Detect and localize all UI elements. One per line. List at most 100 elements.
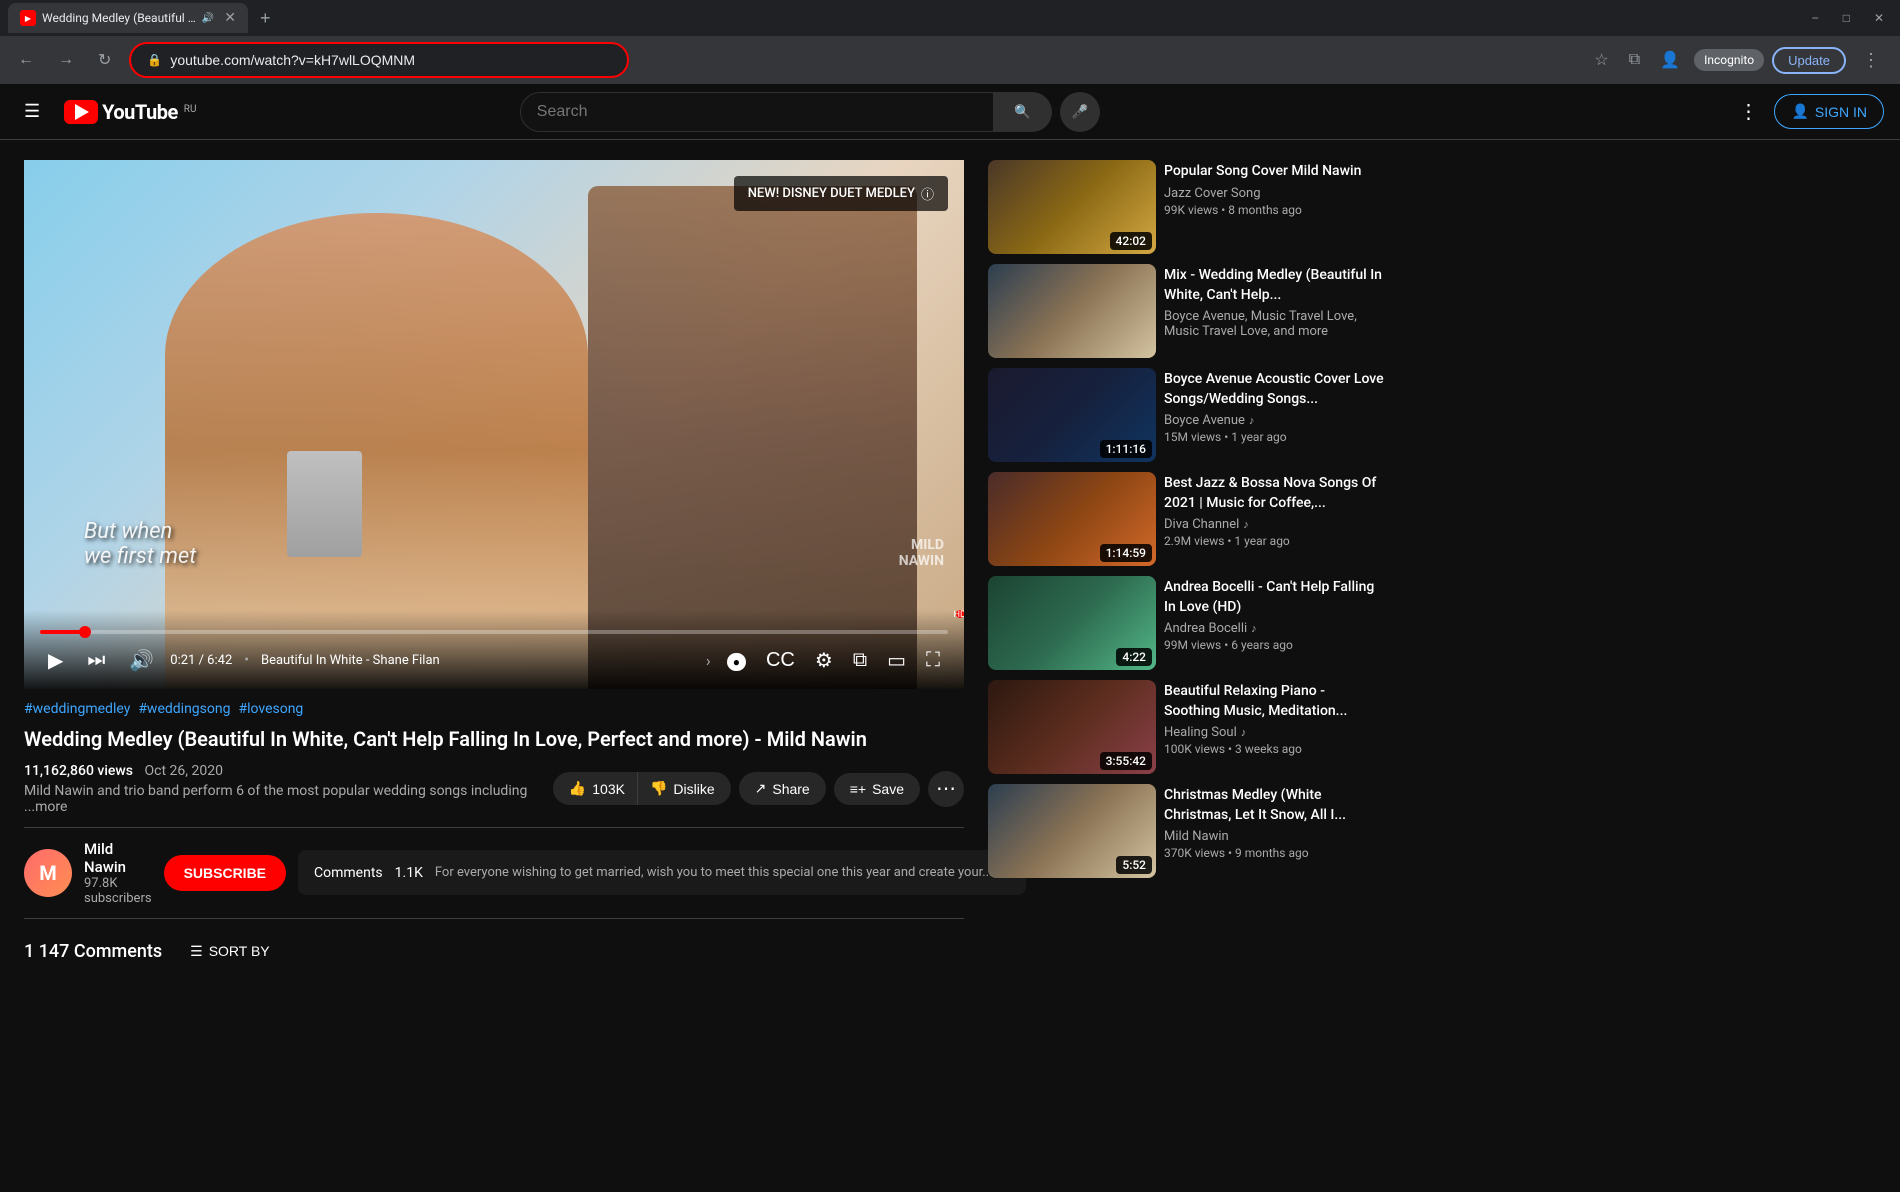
comments-preview[interactable]: Comments 1.1K For everyone wishing to ge… (298, 850, 1026, 895)
action-buttons: 👍 103K 👎 Dislike ↗ Share ≡+ (553, 771, 964, 807)
next-button[interactable]: ⏭ (79, 645, 113, 676)
dislike-label: Dislike (673, 781, 714, 797)
sidebar-meta: 370K views • 9 months ago (1164, 846, 1384, 860)
search-input-wrapper (520, 92, 994, 132)
next-arrow-icon[interactable]: › (706, 651, 711, 670)
tab-close-button[interactable]: ✕ (224, 10, 236, 26)
tag-lovesong[interactable]: #lovesong (238, 701, 303, 717)
comments-count: 1.1K (395, 865, 423, 881)
mic-icon: 🎤 (1071, 104, 1088, 120)
video-desc-snippet: Mild Nawin and trio band perform 6 of th… (24, 783, 541, 815)
sort-button[interactable]: ☰ SORT BY (178, 935, 282, 968)
sidebar: 42:02 Popular Song Cover Mild Nawin Jazz… (964, 160, 1384, 980)
channel-row: M Mild Nawin 97.8K subscribers SUBSCRIBE… (24, 827, 964, 919)
mic-button[interactable]: 🎤 (1060, 92, 1100, 132)
save-button[interactable]: ≡+ Save (834, 773, 920, 805)
sidebar-item-4[interactable]: 1:14:59 Best Jazz & Bossa Nova Songs Of … (988, 472, 1384, 566)
right-controls: ● CC ⚙ HD ⧉ ▭ ⛶ (719, 644, 948, 677)
volume-button[interactable]: 🔊 (121, 644, 162, 677)
youtube-header: ☰ YouTube RU 🔍 🎤 ⋮ 👤 SIGN IN (0, 84, 1900, 140)
more-options-button[interactable]: ⋮ (1730, 91, 1766, 132)
sidebar-channel: Andrea Bocelli ♪ (1164, 621, 1384, 636)
sidebar-channel: Jazz Cover Song (1164, 186, 1384, 201)
fullscreen-button[interactable]: ⛶ (918, 645, 948, 676)
progress-dot (79, 626, 91, 638)
minimize-button[interactable]: − (1804, 7, 1827, 29)
microphone-shape (287, 451, 362, 557)
captions-button[interactable]: CC (758, 645, 803, 676)
sidebar-thumb: 1:14:59 (988, 472, 1156, 566)
sort-label: SORT BY (209, 943, 270, 959)
sidebar-thumb: 5:52 (988, 784, 1156, 878)
header-right: ⋮ 👤 SIGN IN (1730, 91, 1884, 132)
video-date: Oct 26, 2020 (145, 763, 223, 779)
search-bar: 🔍 🎤 (520, 92, 1100, 132)
video-player[interactable]: But whenwe first met MILDNAWIN NEW! DISN… (24, 160, 964, 689)
url-input[interactable] (170, 52, 611, 68)
hamburger-menu-button[interactable]: ☰ (16, 93, 48, 130)
sidebar-item-2[interactable]: Mix - Wedding Medley (Beautiful In White… (988, 264, 1384, 358)
sidebar-info: Best Jazz & Bossa Nova Songs Of 2021 | M… (1164, 472, 1384, 566)
settings-button[interactable]: ⚙ HD (807, 644, 841, 677)
tab-title: Wedding Medley (Beautiful I... (42, 11, 196, 25)
desc-more[interactable]: ...more (24, 799, 67, 815)
youtube-logo[interactable]: YouTube RU (64, 100, 196, 124)
separator: • (244, 652, 249, 668)
signin-button[interactable]: 👤 SIGN IN (1774, 94, 1884, 129)
search-button[interactable]: 🔍 (994, 92, 1052, 132)
time-display: 0:21 / 6:42 (170, 653, 232, 668)
address-bar[interactable]: 🔒 (129, 42, 629, 78)
like-button[interactable]: 👍 103K (553, 772, 638, 805)
maximize-button[interactable]: □ (1835, 7, 1858, 29)
subscribe-button[interactable]: SUBSCRIBE (164, 855, 286, 891)
music-badge-icon: ♪ (1251, 622, 1257, 635)
sidebar-item-3[interactable]: 1:11:16 Boyce Avenue Acoustic Cover Love… (988, 368, 1384, 462)
share-button[interactable]: ↗ Share (739, 772, 826, 805)
search-icon: 🔍 (1014, 104, 1031, 120)
nav-reload-button[interactable]: ↻ (92, 44, 117, 76)
signin-label: SIGN IN (1815, 104, 1867, 120)
nav-back-button[interactable]: ← (12, 45, 40, 75)
thumb-duration: 5:52 (1116, 856, 1152, 874)
autoplay-toggle[interactable]: ● (719, 645, 754, 676)
youtube-country: RU (184, 104, 197, 115)
channel-avatar[interactable]: M (24, 849, 72, 897)
profile-icon[interactable]: 👤 (1654, 44, 1686, 76)
browser-addressbar: ← → ↻ 🔒 ☆ ⧉ 👤 Incognito Update ⋮ (0, 36, 1900, 84)
main-content: But whenwe first met MILDNAWIN NEW! DISN… (0, 140, 1900, 1000)
dislike-button[interactable]: 👎 Dislike (638, 772, 731, 805)
new-tab-button[interactable]: + (252, 4, 279, 33)
thumb-duration: 3:55:42 (1100, 752, 1152, 770)
search-input[interactable] (537, 103, 977, 121)
sidebar-title: Christmas Medley (White Christmas, Let I… (1164, 786, 1384, 825)
more-actions-button[interactable]: ⋯ (928, 771, 964, 807)
sidebar-item-1[interactable]: 42:02 Popular Song Cover Mild Nawin Jazz… (988, 160, 1384, 254)
extensions-icon[interactable]: ⧉ (1623, 45, 1646, 75)
close-button[interactable]: ✕ (1866, 7, 1892, 29)
miniplayer-button[interactable]: ⧉ (845, 645, 875, 676)
bookmark-icon[interactable]: ☆ (1588, 44, 1614, 76)
avatar-letter: M (39, 861, 57, 885)
comments-header: 1 147 Comments ☰ SORT BY (24, 935, 964, 968)
tab-audio-icon: 🔊 (202, 13, 214, 24)
sidebar-title: Popular Song Cover Mild Nawin (1164, 162, 1384, 182)
browser-menu-button[interactable]: ⋮ (1854, 46, 1888, 75)
tag-weddingmedley[interactable]: #weddingmedley (24, 701, 130, 717)
update-button[interactable]: Update (1772, 47, 1846, 74)
sidebar-item-6[interactable]: 3:55:42 Beautiful Relaxing Piano - Sooth… (988, 680, 1384, 774)
theater-button[interactable]: ▭ (879, 644, 914, 677)
active-tab[interactable]: ▶ Wedding Medley (Beautiful I... 🔊 ✕ (8, 3, 248, 33)
sidebar-item-7[interactable]: 5:52 Christmas Medley (White Christmas, … (988, 784, 1384, 878)
video-stats: 11,162,860 views Oct 26, 2020 Mild Nawin… (24, 763, 541, 815)
video-overlay-badge: NEW! DISNEY DUET MEDLEY ⓘ (734, 176, 948, 211)
nav-forward-button[interactable]: → (52, 45, 80, 75)
tag-weddingsong[interactable]: #weddingsong (138, 701, 230, 717)
play-button[interactable]: ▶ (40, 644, 71, 677)
save-label: Save (872, 781, 904, 797)
sidebar-meta: 99M views • 6 years ago (1164, 638, 1384, 652)
progress-bar[interactable] (40, 630, 948, 634)
view-count: 11,162,860 views (24, 763, 133, 779)
sidebar-item-5[interactable]: 4:22 Andrea Bocelli - Can't Help Falling… (988, 576, 1384, 670)
channel-name[interactable]: Mild Nawin (84, 840, 152, 876)
sidebar-info: Beautiful Relaxing Piano - Soothing Musi… (1164, 680, 1384, 774)
